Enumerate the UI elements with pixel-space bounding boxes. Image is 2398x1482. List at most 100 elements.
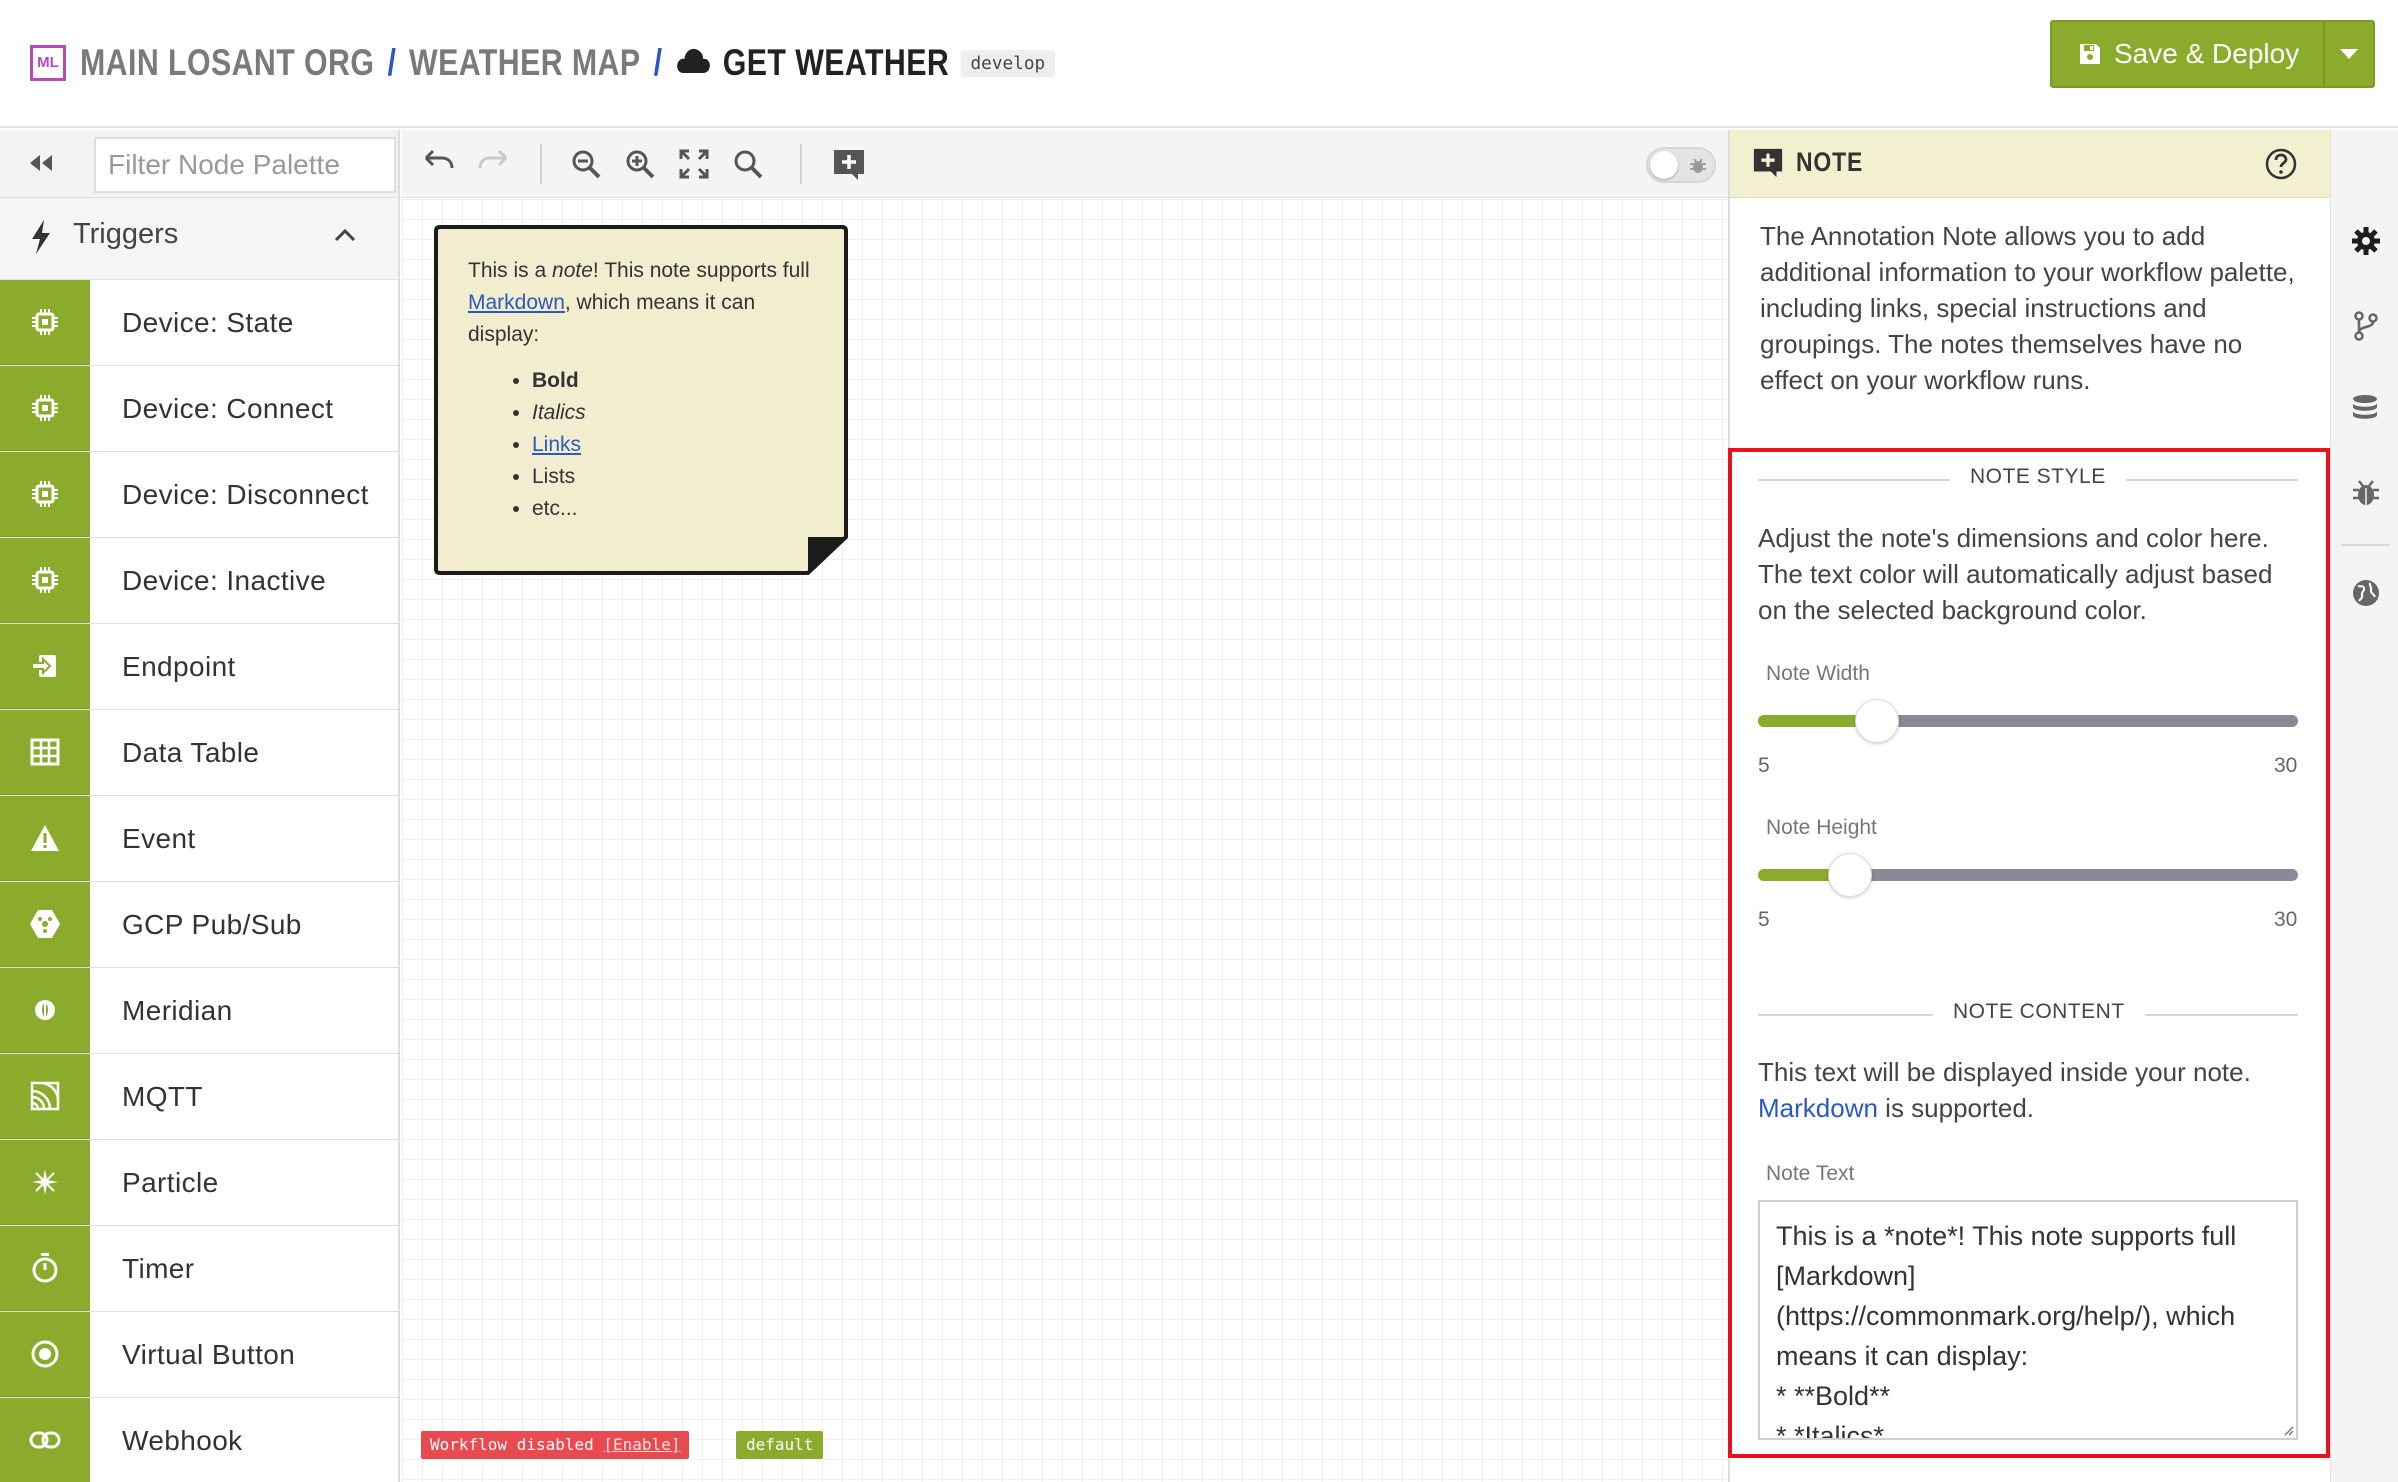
note-width-max: 30 bbox=[2274, 754, 2298, 777]
save-deploy-button[interactable]: Save & Deploy bbox=[2052, 22, 2326, 86]
chip-icon bbox=[0, 280, 90, 365]
debug-mode-toggle[interactable] bbox=[1646, 147, 1716, 183]
fit-to-screen-button[interactable] bbox=[678, 148, 710, 184]
palette-node-device-inactive[interactable]: Device: Inactive bbox=[0, 538, 398, 624]
deploy-options-button[interactable] bbox=[2325, 22, 2373, 86]
add-comment-icon bbox=[834, 150, 864, 180]
palette-node-webhook[interactable]: Webhook bbox=[0, 1398, 398, 1482]
toolbar-divider bbox=[540, 144, 542, 184]
palette-node-label: Particle bbox=[122, 1166, 219, 1198]
resize-grip-icon[interactable] bbox=[2282, 1424, 2294, 1436]
note-list-item: Bold bbox=[532, 365, 828, 397]
note-style-heading: NOTE STYLE bbox=[1950, 465, 2126, 489]
globals-tab[interactable] bbox=[2351, 578, 2381, 612]
filter-node-palette-input[interactable] bbox=[94, 137, 396, 193]
floppy-disk-icon bbox=[2080, 44, 2100, 64]
palette-node-label: Meridian bbox=[122, 994, 233, 1026]
palette-node-particle[interactable]: Particle bbox=[0, 1140, 398, 1226]
note-list-item: Links bbox=[532, 429, 828, 461]
note-text-italic: note bbox=[552, 259, 593, 282]
panel-title: NOTE bbox=[1796, 147, 1864, 177]
note-list-item: etc... bbox=[532, 493, 828, 525]
markdown-help-link[interactable]: Markdown bbox=[1758, 1093, 1878, 1123]
palette-node-label: Device: Inactive bbox=[122, 564, 327, 596]
radio-button-icon bbox=[0, 1312, 90, 1397]
debug-tab[interactable] bbox=[2351, 478, 2381, 512]
settings-tab[interactable] bbox=[2351, 226, 2381, 260]
annotation-note[interactable]: This is a note! This note supports full … bbox=[434, 225, 848, 575]
particle-icon bbox=[0, 1140, 90, 1225]
cloud-icon bbox=[675, 42, 711, 84]
redo-button[interactable] bbox=[476, 148, 510, 182]
note-content-text: This text will be displayed inside your … bbox=[1758, 1057, 2251, 1087]
note-rendered-content: This is a note! This note supports full … bbox=[468, 255, 828, 525]
globe-icon bbox=[2353, 580, 2379, 606]
warning-icon bbox=[0, 796, 90, 881]
palette-node-endpoint[interactable]: Endpoint bbox=[0, 624, 398, 710]
breadcrumb-org[interactable]: MAIN LOSANT ORG bbox=[80, 42, 374, 84]
search-icon bbox=[734, 150, 763, 179]
search-canvas-button[interactable] bbox=[732, 148, 764, 184]
slider-handle[interactable] bbox=[1855, 699, 1899, 743]
branch-tag[interactable]: develop bbox=[960, 49, 1055, 77]
storage-tab[interactable] bbox=[2351, 394, 2379, 428]
collapse-palette-button[interactable] bbox=[28, 153, 54, 177]
palette-node-label: Event bbox=[122, 822, 196, 854]
add-note-button[interactable] bbox=[832, 148, 866, 186]
zoom-in-button[interactable] bbox=[624, 148, 656, 184]
note-text-input[interactable]: This is a *note*! This note supports ful… bbox=[1758, 1200, 2298, 1440]
palette-node-device-connect[interactable]: Device: Connect bbox=[0, 366, 398, 452]
lightning-bolt-icon bbox=[32, 220, 50, 254]
palette-node-meridian[interactable]: Meridian bbox=[0, 968, 398, 1054]
palette-node-mqtt[interactable]: MQTT bbox=[0, 1054, 398, 1140]
table-icon bbox=[0, 710, 90, 795]
palette-node-device-state[interactable]: Device: State bbox=[0, 280, 398, 366]
note-list-item: Lists bbox=[532, 461, 828, 493]
app-header: ML MAIN LOSANT ORG / WEATHER MAP / GET W… bbox=[0, 0, 2398, 128]
help-icon[interactable] bbox=[2264, 147, 2298, 181]
zoom-out-button[interactable] bbox=[570, 148, 602, 184]
rail-divider bbox=[2341, 544, 2389, 546]
note-content-text: is supported. bbox=[1877, 1093, 2035, 1123]
palette-toolbar bbox=[0, 130, 398, 198]
note-content-description: This text will be displayed inside your … bbox=[1758, 1054, 2306, 1126]
versions-tab[interactable] bbox=[2351, 310, 2381, 346]
timer-icon bbox=[0, 1226, 90, 1311]
meridian-icon bbox=[0, 968, 90, 1053]
palette-node-device-disconnect[interactable]: Device: Disconnect bbox=[0, 452, 398, 538]
bug-icon bbox=[1690, 158, 1706, 173]
org-logo[interactable]: ML bbox=[30, 45, 66, 81]
palette-node-gcp-pubsub[interactable]: GCP Pub/Sub bbox=[0, 882, 398, 968]
palette-node-virtual-button[interactable]: Virtual Button bbox=[0, 1312, 398, 1398]
note-markdown-link[interactable]: Markdown bbox=[468, 291, 565, 314]
mqtt-icon bbox=[0, 1054, 90, 1139]
gcp-icon bbox=[0, 882, 90, 967]
note-list-item-link[interactable]: Links bbox=[532, 433, 581, 456]
breadcrumb-application[interactable]: WEATHER MAP bbox=[409, 42, 640, 84]
zoom-out-icon bbox=[572, 150, 601, 179]
enable-workflow-link[interactable]: [Enable] bbox=[603, 1435, 680, 1454]
toolbar-divider bbox=[800, 144, 802, 184]
note-width-slider[interactable] bbox=[1758, 699, 2298, 743]
palette-node-label: Virtual Button bbox=[122, 1338, 296, 1370]
palette-node-timer[interactable]: Timer bbox=[0, 1226, 398, 1312]
slider-handle[interactable] bbox=[1828, 853, 1872, 897]
workflow-canvas[interactable]: This is a note! This note supports full … bbox=[402, 199, 1728, 1482]
triggers-group-header[interactable]: Triggers bbox=[0, 198, 398, 280]
workflow-disabled-text: Workflow disabled bbox=[430, 1435, 604, 1454]
palette-node-label: GCP Pub/Sub bbox=[122, 908, 302, 940]
note-height-slider[interactable] bbox=[1758, 853, 2298, 897]
expand-icon bbox=[679, 149, 709, 179]
palette-node-label: MQTT bbox=[122, 1080, 203, 1112]
triggers-group-label: Triggers bbox=[73, 218, 179, 250]
zoom-in-icon bbox=[626, 150, 655, 179]
endpoint-icon bbox=[0, 624, 90, 709]
undo-button[interactable] bbox=[422, 148, 456, 182]
database-icon bbox=[2353, 395, 2377, 419]
redo-icon bbox=[478, 149, 508, 169]
palette-node-event[interactable]: Event bbox=[0, 796, 398, 882]
chevron-up-icon bbox=[334, 228, 356, 242]
git-branch-icon bbox=[2354, 311, 2378, 341]
bug-icon bbox=[2353, 480, 2379, 505]
palette-node-data-table[interactable]: Data Table bbox=[0, 710, 398, 796]
